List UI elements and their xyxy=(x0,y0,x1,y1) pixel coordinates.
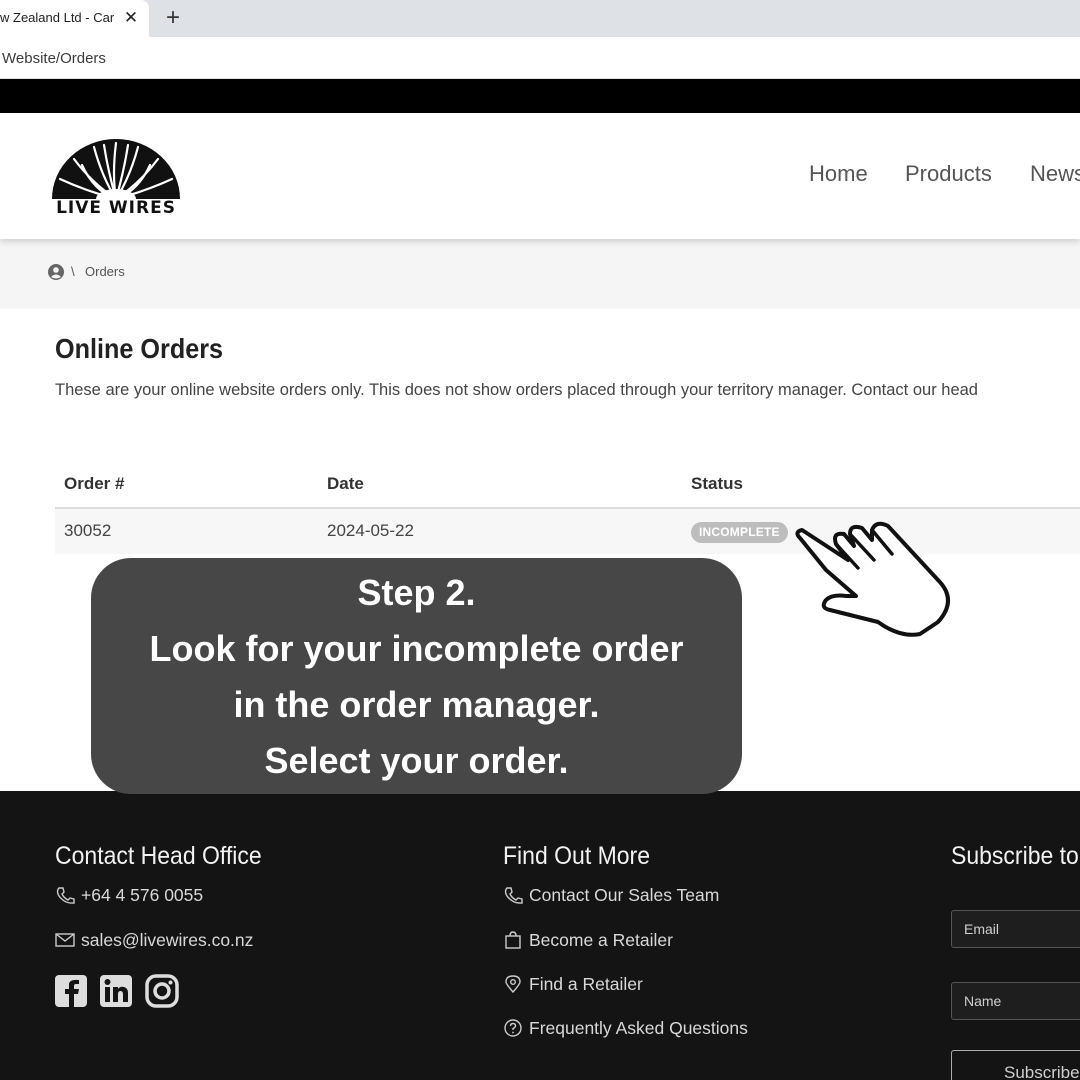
facebook-icon[interactable] xyxy=(54,974,88,1008)
status-badge: INCOMPLETE xyxy=(691,522,788,543)
find-out-more-heading: Find Out More xyxy=(503,842,650,870)
shopping-bag-icon xyxy=(505,931,521,949)
new-tab-button[interactable]: + xyxy=(160,4,186,32)
page-description: These are your online website orders onl… xyxy=(55,381,978,399)
nav-products[interactable]: Products xyxy=(905,161,992,187)
breadcrumb-current[interactable]: Orders xyxy=(85,264,125,279)
link-label: Find a Retailer xyxy=(529,974,643,994)
nav-news[interactable]: News xyxy=(1030,161,1080,187)
email-placeholder: Email xyxy=(964,921,1000,937)
find-retailer-link[interactable]: Find a Retailer xyxy=(503,974,643,995)
name-placeholder: Name xyxy=(964,993,1002,1009)
callout-line-1: Look for your incomplete order xyxy=(149,628,684,669)
callout-step: Step 2. xyxy=(357,572,476,613)
envelope-icon xyxy=(55,933,75,947)
phone-icon xyxy=(504,887,523,904)
callout-line-3: Select your order. xyxy=(264,740,569,781)
phone-icon xyxy=(56,887,75,904)
breadcrumb-separator: \ xyxy=(71,264,75,279)
user-account-icon[interactable] xyxy=(48,264,64,280)
instagram-icon[interactable] xyxy=(145,974,179,1008)
instruction-callout: Step 2. Look for your incomplete order i… xyxy=(91,558,742,794)
map-pin-icon xyxy=(505,975,521,993)
subscribe-email-input[interactable]: Email xyxy=(951,910,1080,948)
subscribe-button[interactable]: Subscribe xyxy=(951,1050,1080,1080)
order-number[interactable]: 30052 xyxy=(64,521,111,541)
site-footer: Contact Head Office +64 4 576 0055 sales… xyxy=(0,791,1080,1080)
subscribe-heading: Subscribe to xyxy=(951,842,1079,870)
browser-tab-bar: w Zealand Ltd - Car ✕ + xyxy=(0,0,1080,37)
url-text[interactable]: Website/Orders xyxy=(2,50,106,67)
subscribe-button-label: Subscribe xyxy=(1004,1063,1080,1080)
tab-close-icon[interactable]: ✕ xyxy=(122,7,140,29)
tab-title: w Zealand Ltd - Car xyxy=(0,10,115,25)
top-bar xyxy=(0,79,1080,113)
link-label: Contact Our Sales Team xyxy=(529,885,720,905)
column-header-order: Order # xyxy=(64,474,125,493)
column-header-date: Date xyxy=(327,474,364,493)
browser-tab[interactable]: w Zealand Ltd - Car ✕ xyxy=(0,0,149,37)
email-address: sales@livewires.co.nz xyxy=(81,930,254,950)
page-title: Online Orders xyxy=(55,333,224,364)
contact-heading: Contact Head Office xyxy=(55,842,262,870)
site-logo[interactable]: LIVE WIRES xyxy=(50,135,182,225)
phone-number: +64 4 576 0055 xyxy=(81,885,204,905)
site-header: LIVE WIRES Home Products News xyxy=(0,113,1080,239)
address-bar[interactable]: Website/Orders xyxy=(0,37,1080,79)
breadcrumb: \ Orders xyxy=(0,239,1080,309)
link-label: Become a Retailer xyxy=(529,930,673,950)
faq-link[interactable]: Frequently Asked Questions xyxy=(503,1018,748,1039)
logo-wordmark: LIVE WIRES xyxy=(56,198,176,218)
linkedin-icon[interactable] xyxy=(99,974,133,1008)
email-link[interactable]: sales@livewires.co.nz xyxy=(55,930,253,951)
link-label: Frequently Asked Questions xyxy=(529,1018,748,1038)
pointing-hand-icon xyxy=(795,521,950,637)
question-circle-icon xyxy=(504,1019,522,1037)
order-date: 2024-05-22 xyxy=(327,521,414,540)
subscribe-name-input[interactable]: Name xyxy=(951,982,1080,1020)
phone-link[interactable]: +64 4 576 0055 xyxy=(55,885,203,906)
sunburst-logo-icon xyxy=(52,139,180,209)
nav-home[interactable]: Home xyxy=(809,161,868,187)
contact-sales-link[interactable]: Contact Our Sales Team xyxy=(503,885,719,906)
column-header-status: Status xyxy=(691,474,743,493)
become-retailer-link[interactable]: Become a Retailer xyxy=(503,930,673,951)
callout-line-2: in the order manager. xyxy=(233,684,600,725)
